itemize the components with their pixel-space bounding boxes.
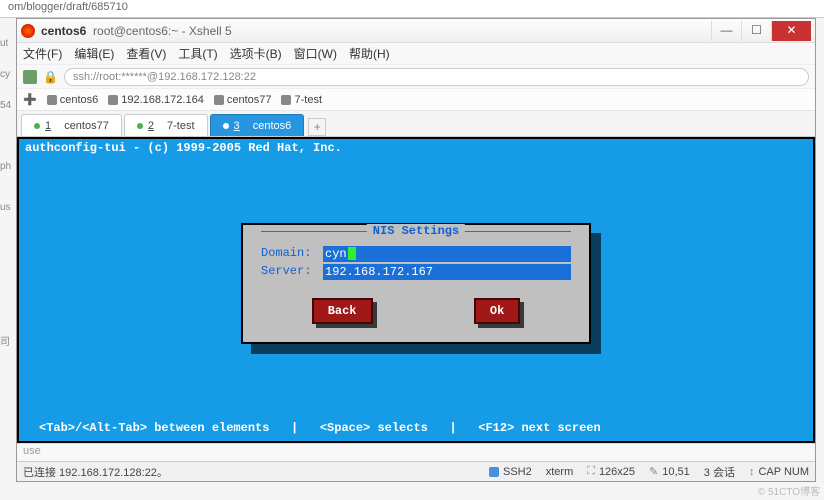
terminal-header-text: authconfig-tui - (c) 1999-2005 Red Hat, …: [25, 141, 342, 155]
bookmark-ip[interactable]: 192.168.172.164: [108, 94, 204, 106]
ssh-icon[interactable]: [23, 70, 37, 84]
bookmark-7test[interactable]: 7-test: [281, 94, 322, 106]
status-dot-icon: [34, 123, 40, 129]
status-bar: 已连接 192.168.172.128:22。 SSH2 xterm ⛶126x…: [17, 461, 815, 481]
address-field[interactable]: ssh://root:******@192.168.172.128:22: [64, 68, 809, 86]
menu-edit[interactable]: 编辑(E): [74, 45, 114, 62]
menu-help[interactable]: 帮助(H): [349, 45, 390, 62]
left-gutter: utcy54 phus 司: [0, 18, 16, 500]
dialog-title: NIS Settings: [367, 224, 465, 238]
browser-url-bar: om/blogger/draft/685710: [0, 0, 824, 18]
domain-input[interactable]: cyn: [323, 246, 571, 262]
text-cursor: [348, 247, 356, 260]
status-dot-icon: [137, 123, 143, 129]
menu-tabs[interactable]: 选项卡(B): [230, 45, 282, 62]
tab-centos6[interactable]: 3 centos6: [210, 114, 305, 136]
lock-icon: 🔒: [43, 70, 58, 84]
menu-window[interactable]: 窗口(W): [294, 45, 337, 62]
status-term: xterm: [546, 466, 574, 478]
tab-bar: 1 centos77 2 7-test 3 centos6 +: [17, 111, 815, 137]
bookmark-add-icon[interactable]: ➕: [23, 93, 37, 106]
host-icon: [47, 95, 57, 105]
terminal-footer-text: <Tab>/<Alt-Tab> between elements | <Spac…: [39, 421, 601, 435]
server-input[interactable]: 192.168.172.167: [323, 264, 571, 280]
address-bar: 🔒 ssh://root:******@192.168.172.128:22: [17, 65, 815, 89]
menu-tools[interactable]: 工具(T): [178, 45, 217, 62]
menu-view[interactable]: 查看(V): [126, 45, 166, 62]
terminal-container: authconfig-tui - (c) 1999-2005 Red Hat, …: [17, 137, 815, 443]
maximize-button[interactable]: ☐: [741, 21, 771, 41]
status-cursor: ✎10,51: [649, 465, 690, 478]
tab-add-button[interactable]: +: [308, 118, 326, 136]
host-icon: [108, 95, 118, 105]
status-dot-icon: [223, 123, 229, 129]
app-icon: [21, 24, 35, 38]
status-connected: 已连接 192.168.172.128:22。: [23, 464, 168, 480]
close-button[interactable]: ✕: [771, 21, 811, 41]
domain-label: Domain:: [261, 246, 323, 262]
ok-button[interactable]: Ok: [474, 298, 520, 324]
bookmark-centos77[interactable]: centos77: [214, 94, 272, 106]
status-caps: ↕CAP NUM: [749, 466, 809, 478]
host-icon: [281, 95, 291, 105]
window-title: centos6 root@centos6:~ - Xshell 5: [41, 24, 711, 38]
bookmark-bar: ➕ centos6 192.168.172.164 centos77 7-tes…: [17, 89, 815, 111]
back-button[interactable]: Back: [312, 298, 373, 324]
prompt-bar[interactable]: use: [17, 443, 815, 461]
server-label: Server:: [261, 264, 323, 280]
menu-bar: 文件(F) 编辑(E) 查看(V) 工具(T) 选项卡(B) 窗口(W) 帮助(…: [17, 43, 815, 65]
host-icon: [214, 95, 224, 105]
title-bar[interactable]: centos6 root@centos6:~ - Xshell 5 — ☐ ✕: [17, 19, 815, 43]
minimize-button[interactable]: —: [711, 21, 741, 41]
bookmark-centos6[interactable]: centos6: [47, 94, 99, 106]
status-ssh: SSH2: [489, 466, 532, 478]
terminal[interactable]: authconfig-tui - (c) 1999-2005 Red Hat, …: [19, 139, 813, 441]
status-size: ⛶126x25: [587, 465, 635, 478]
watermark: © 51CTO博客: [758, 483, 820, 498]
xshell-window: centos6 root@centos6:~ - Xshell 5 — ☐ ✕ …: [16, 18, 816, 482]
tab-centos77[interactable]: 1 centos77: [21, 114, 122, 136]
menu-file[interactable]: 文件(F): [23, 45, 62, 62]
nis-settings-dialog: NIS Settings Domain: cyn Server: 192.168…: [241, 223, 591, 344]
status-sessions: 3 会话: [704, 464, 735, 480]
tab-7test[interactable]: 2 7-test: [124, 114, 208, 136]
ssh-status-icon: [489, 467, 499, 477]
